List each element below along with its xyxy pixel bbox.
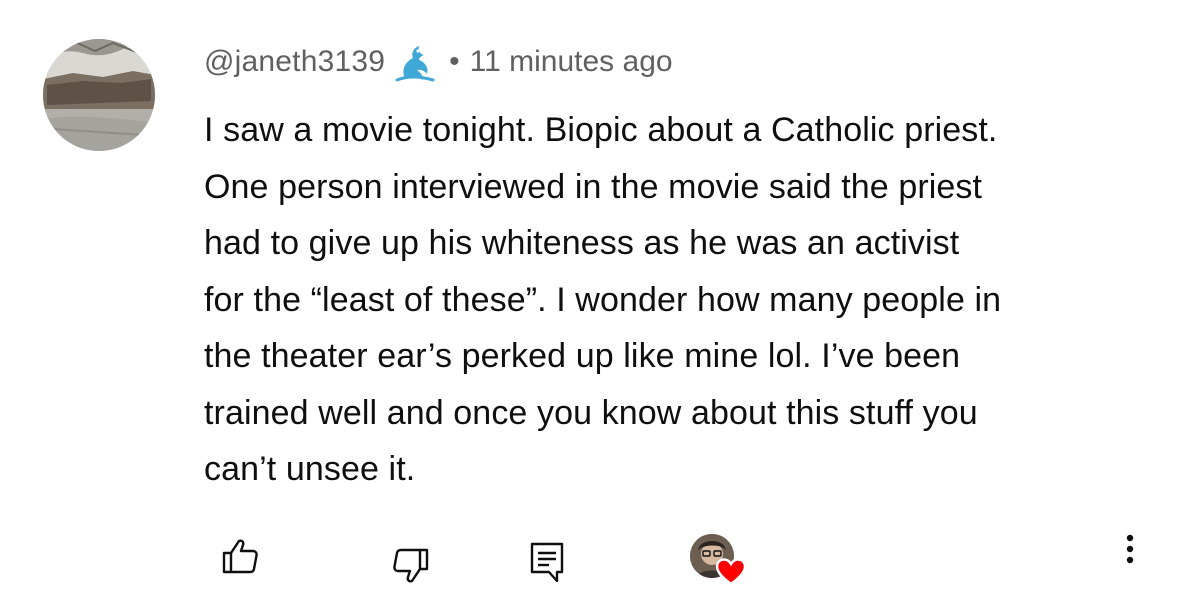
separator-dot: • [449, 45, 460, 78]
like-button[interactable] [212, 528, 268, 584]
avatar-photo [43, 39, 155, 151]
comment-line: can’t unsee it. [204, 450, 416, 488]
author-handle[interactable]: @janeth3139 [204, 45, 385, 79]
vertical-dots-icon [1126, 534, 1134, 564]
dislike-button[interactable] [383, 538, 439, 594]
comment-line: had to give up his whiteness as he was a… [204, 224, 960, 262]
comment-line: One person interviewed in the movie said… [204, 167, 983, 206]
comment-line: the theater ear’s perked up like mine lo… [204, 337, 961, 375]
more-actions-button[interactable] [1106, 528, 1154, 576]
creator-heart[interactable] [690, 534, 747, 590]
comment-text: I saw a movie tonight. Biopic about a Ca… [204, 102, 1164, 498]
comment-header: @janeth3139 • 11 minutes ago [204, 40, 673, 84]
comment-line: I saw a movie tonight. Biopic about a Ca… [204, 111, 998, 149]
comment-line: trained well and once you know about thi… [204, 393, 978, 432]
reply-button[interactable] [519, 534, 575, 590]
thumbs-down-icon [393, 548, 429, 583]
reply-comment-icon [530, 542, 564, 583]
comment-card: @janeth3139 • 11 minutes ago I saw a mov… [0, 0, 1200, 611]
avatar[interactable] [43, 39, 155, 151]
comment-timestamp[interactable]: 11 minutes ago [470, 45, 673, 79]
comment-actions [0, 528, 1200, 588]
comment-line: for the “least of these”. I wonder how m… [204, 280, 1002, 319]
thumbs-up-icon [222, 539, 258, 574]
creator-heart-icon [715, 558, 747, 586]
bird-badge-icon [391, 40, 439, 84]
